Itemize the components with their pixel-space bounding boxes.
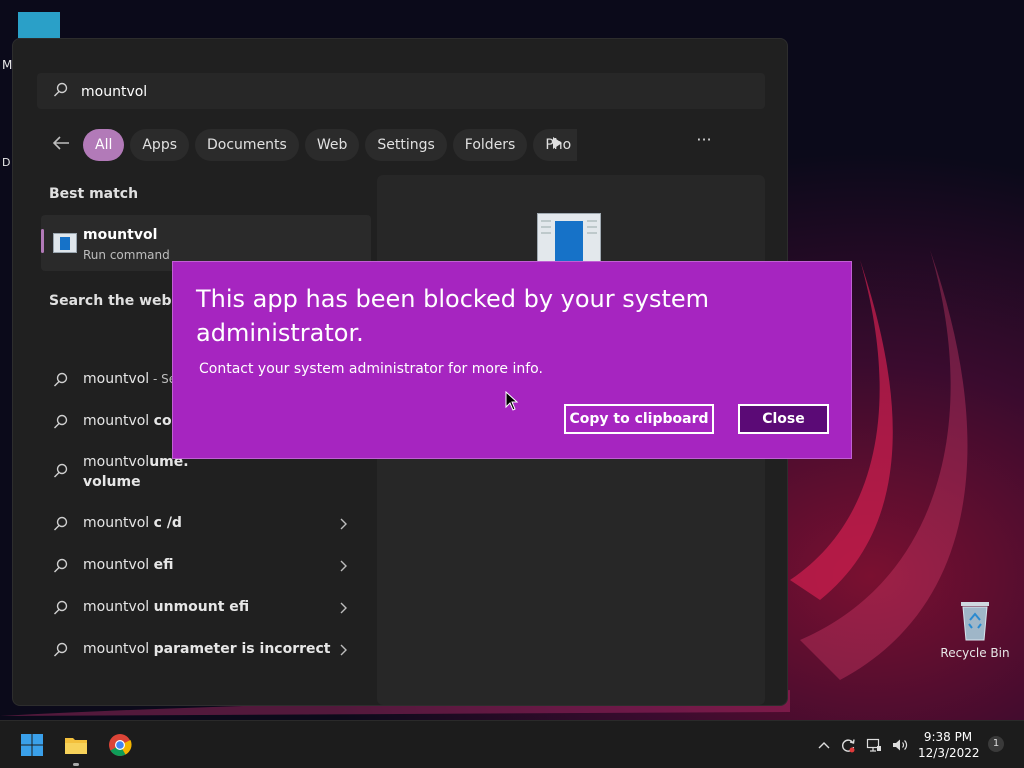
scroll-tabs-right-icon[interactable] [549, 135, 565, 151]
search-icon [54, 516, 68, 531]
web-result-6[interactable]: mountvol unmount efi [37, 590, 357, 626]
desktop-label-partial-top: M [2, 58, 13, 72]
best-match-heading: Best match [49, 186, 139, 202]
desktop-label-partial-mid: D [2, 156, 11, 169]
web-result-7[interactable]: mountvol parameter is incorrect [37, 632, 357, 668]
mouse-cursor-icon [505, 391, 519, 411]
search-icon [54, 558, 68, 573]
recycle-bin[interactable]: Recycle Bin [940, 598, 1010, 664]
recycle-bin-label: Recycle Bin [940, 646, 1010, 660]
file-explorer-icon[interactable] [64, 733, 88, 757]
search-icon [54, 372, 68, 387]
tab-folders[interactable]: Folders [452, 129, 528, 161]
tab-all[interactable]: All [83, 129, 125, 161]
search-icon [54, 463, 68, 478]
system-clock[interactable]: 9:38 PM 12/3/2022 [918, 729, 980, 761]
search-box[interactable] [37, 73, 765, 109]
chrome-icon[interactable] [108, 733, 132, 757]
selection-indicator [41, 229, 44, 253]
chevron-up-icon[interactable] [816, 737, 832, 753]
tab-documents[interactable]: Documents [195, 129, 299, 161]
chevron-right-icon [340, 602, 347, 614]
dialog-message: Contact your system administrator for mo… [199, 361, 543, 377]
chevron-right-icon [340, 644, 347, 656]
run-command-large-icon [537, 213, 601, 263]
search-icon [54, 600, 68, 615]
best-match-name: mountvol [83, 227, 158, 243]
search-input[interactable] [79, 80, 743, 104]
filter-tabs: All Apps Documents Web Settings Folders … [83, 129, 578, 161]
tab-web[interactable]: Web [304, 129, 360, 161]
notification-badge[interactable]: 1 [988, 736, 1004, 752]
search-web-heading: Search the web [49, 293, 172, 309]
back-arrow-icon[interactable] [49, 131, 73, 155]
search-icon [54, 414, 68, 429]
run-command-icon [53, 233, 77, 253]
more-options-icon[interactable]: ··· [693, 132, 715, 151]
desktop-icon-top[interactable] [18, 12, 60, 38]
sync-icon[interactable] [840, 737, 856, 753]
network-icon[interactable] [866, 737, 882, 753]
file-explorer-running-indicator [73, 763, 79, 766]
windows-start-icon[interactable] [20, 733, 44, 757]
tab-settings[interactable]: Settings [365, 129, 447, 161]
web-result-5[interactable]: mountvol efi [37, 548, 357, 584]
clock-date: 12/3/2022 [918, 746, 980, 760]
copy-to-clipboard-button[interactable]: Copy to clipboard [564, 404, 714, 434]
search-icon [54, 82, 68, 97]
web-result-4[interactable]: mountvol c /d [37, 506, 357, 542]
close-button[interactable]: Close [738, 404, 829, 434]
best-match-subtitle: Run command [83, 248, 170, 262]
dialog-title: This app has been blocked by your system… [196, 285, 710, 347]
search-icon [54, 642, 68, 657]
tab-apps[interactable]: Apps [130, 129, 190, 161]
volume-icon[interactable] [892, 737, 908, 753]
chevron-right-icon [340, 518, 347, 530]
clock-time: 9:38 PM [923, 730, 973, 744]
taskbar: 9:38 PM 12/3/2022 [0, 720, 1024, 768]
blocked-app-dialog: This app has been blocked by your system… [172, 261, 852, 459]
chevron-right-icon [340, 560, 347, 572]
recycle-bin-icon [961, 602, 989, 641]
